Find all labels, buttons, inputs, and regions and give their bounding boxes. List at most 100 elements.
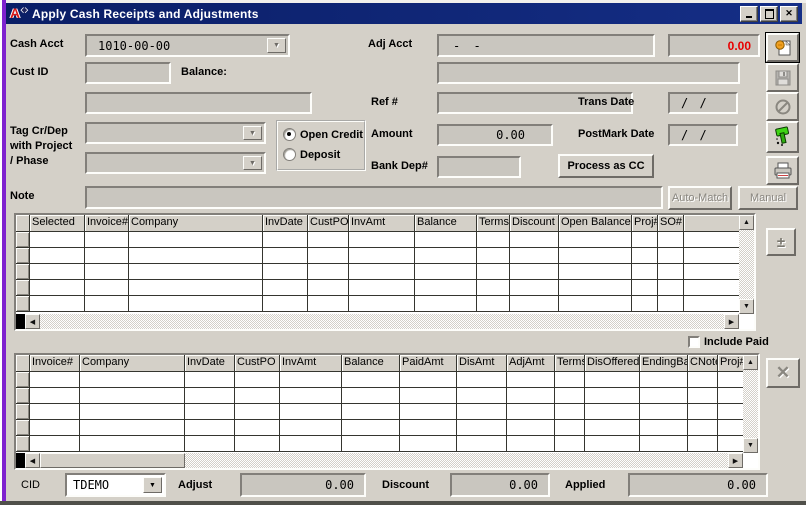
grid-cell[interactable] bbox=[718, 404, 743, 420]
grid-cell[interactable] bbox=[658, 280, 684, 296]
grid-cell[interactable] bbox=[632, 248, 658, 264]
grid-cell[interactable] bbox=[30, 232, 85, 248]
grid-cell[interactable] bbox=[585, 388, 640, 404]
cid-combo[interactable]: TDEMO ▼ bbox=[65, 473, 166, 497]
grid-cell[interactable] bbox=[235, 436, 280, 452]
grid-cell[interactable] bbox=[585, 420, 640, 436]
grid-cell[interactable] bbox=[263, 248, 308, 264]
grid-cell[interactable] bbox=[640, 388, 688, 404]
column-header[interactable]: DisAmt bbox=[457, 355, 507, 372]
grid-cell[interactable] bbox=[235, 404, 280, 420]
row-selector[interactable] bbox=[16, 420, 30, 436]
table-row[interactable] bbox=[16, 232, 739, 248]
grid-cell[interactable] bbox=[688, 388, 718, 404]
phase-combo[interactable]: ▼ bbox=[85, 152, 266, 174]
grid-cell[interactable] bbox=[349, 280, 415, 296]
save-button[interactable] bbox=[766, 63, 799, 92]
grid-cell[interactable] bbox=[457, 404, 507, 420]
grid-cell[interactable] bbox=[632, 232, 658, 248]
table-row[interactable] bbox=[16, 264, 739, 280]
scroll-right-icon[interactable]: ▶ bbox=[728, 453, 743, 468]
grid-cell[interactable] bbox=[235, 372, 280, 388]
column-header[interactable]: CustPO bbox=[308, 215, 349, 232]
grid-cell[interactable] bbox=[507, 372, 555, 388]
grid-cell[interactable] bbox=[342, 436, 400, 452]
grid-cell[interactable] bbox=[129, 264, 263, 280]
grid-cell[interactable] bbox=[129, 248, 263, 264]
grid-cell[interactable] bbox=[640, 372, 688, 388]
lookup-button[interactable] bbox=[766, 33, 799, 62]
column-header[interactable]: Selected bbox=[30, 215, 85, 232]
chevron-down-icon[interactable]: ▼ bbox=[243, 126, 262, 140]
grid-cell[interactable] bbox=[457, 420, 507, 436]
grid-cell[interactable] bbox=[632, 264, 658, 280]
grid-cell[interactable] bbox=[415, 264, 477, 280]
grid-cell[interactable] bbox=[640, 404, 688, 420]
column-header[interactable]: AdjAmt bbox=[507, 355, 555, 372]
table-row[interactable] bbox=[16, 248, 739, 264]
scroll-left-icon[interactable]: ◀ bbox=[25, 453, 40, 468]
auto-match-button[interactable]: Auto-Match bbox=[668, 186, 732, 210]
delete-row-button[interactable]: ✕ bbox=[766, 358, 800, 388]
grid-cell[interactable] bbox=[30, 248, 85, 264]
grid-cell[interactable] bbox=[263, 264, 308, 280]
column-header[interactable]: Company bbox=[80, 355, 185, 372]
column-header[interactable]: EndingBal bbox=[640, 355, 688, 372]
chevron-down-icon[interactable]: ▼ bbox=[143, 477, 162, 493]
grid-cell[interactable] bbox=[477, 280, 510, 296]
grid-cell[interactable] bbox=[280, 404, 342, 420]
row-selector[interactable] bbox=[16, 436, 30, 452]
grid-cell[interactable] bbox=[80, 388, 185, 404]
grid-cell[interactable] bbox=[640, 420, 688, 436]
manual-button[interactable]: Manual bbox=[738, 186, 798, 210]
row-selector[interactable] bbox=[16, 296, 30, 312]
grid-cell[interactable] bbox=[510, 296, 559, 312]
grid-cell[interactable] bbox=[555, 420, 585, 436]
titlebar[interactable]: A◆ Apply Cash Receipts and Adjustments ✕ bbox=[6, 3, 802, 24]
chevron-down-icon[interactable]: ▼ bbox=[243, 156, 262, 170]
grid-cell[interactable] bbox=[400, 420, 457, 436]
grid-cell[interactable] bbox=[30, 420, 80, 436]
grid-cell[interactable] bbox=[400, 372, 457, 388]
row-selector[interactable] bbox=[16, 248, 30, 264]
scroll-up-icon[interactable]: ▲ bbox=[739, 215, 754, 230]
grid-cell[interactable] bbox=[263, 280, 308, 296]
grid-cell[interactable] bbox=[477, 264, 510, 280]
grid-cell[interactable] bbox=[80, 404, 185, 420]
grid-cell[interactable] bbox=[129, 296, 263, 312]
grid-cell[interactable] bbox=[342, 404, 400, 420]
column-header[interactable]: Invoice# bbox=[30, 355, 80, 372]
vertical-scrollbar[interactable]: ▲ ▼ bbox=[739, 215, 754, 314]
grid-cell[interactable] bbox=[658, 232, 684, 248]
grid-cell[interactable] bbox=[30, 388, 80, 404]
column-header[interactable]: InvDate bbox=[263, 215, 308, 232]
scroll-right-icon[interactable]: ▶ bbox=[724, 314, 739, 329]
cash-acct-combo[interactable]: 1010-00-00 ▼ bbox=[85, 34, 290, 57]
grid-cell[interactable] bbox=[80, 436, 185, 452]
grid-cell[interactable] bbox=[632, 296, 658, 312]
grid-cell[interactable] bbox=[280, 388, 342, 404]
grid-cell[interactable] bbox=[555, 404, 585, 420]
grid-cell[interactable] bbox=[185, 404, 235, 420]
grid-cell[interactable] bbox=[280, 436, 342, 452]
grid-cell[interactable] bbox=[510, 280, 559, 296]
grid-cell[interactable] bbox=[129, 280, 263, 296]
grid-cell[interactable] bbox=[415, 232, 477, 248]
grid-cell[interactable] bbox=[559, 264, 632, 280]
cancel-button[interactable] bbox=[766, 92, 799, 121]
grid-cell[interactable] bbox=[658, 248, 684, 264]
column-header[interactable]: CustPO bbox=[235, 355, 280, 372]
grid-cell[interactable] bbox=[80, 420, 185, 436]
grid-cell[interactable] bbox=[400, 388, 457, 404]
description-field[interactable] bbox=[85, 92, 312, 114]
grid-cell[interactable] bbox=[342, 372, 400, 388]
close-button[interactable]: ✕ bbox=[780, 6, 798, 22]
grid-cell[interactable] bbox=[30, 404, 80, 420]
grid-cell[interactable] bbox=[477, 296, 510, 312]
column-header[interactable]: DisOffered bbox=[585, 355, 640, 372]
table-row[interactable] bbox=[16, 436, 743, 452]
grid-cell[interactable] bbox=[30, 296, 85, 312]
grid-cell[interactable] bbox=[477, 248, 510, 264]
grid-cell[interactable] bbox=[688, 404, 718, 420]
grid-cell[interactable] bbox=[658, 264, 684, 280]
